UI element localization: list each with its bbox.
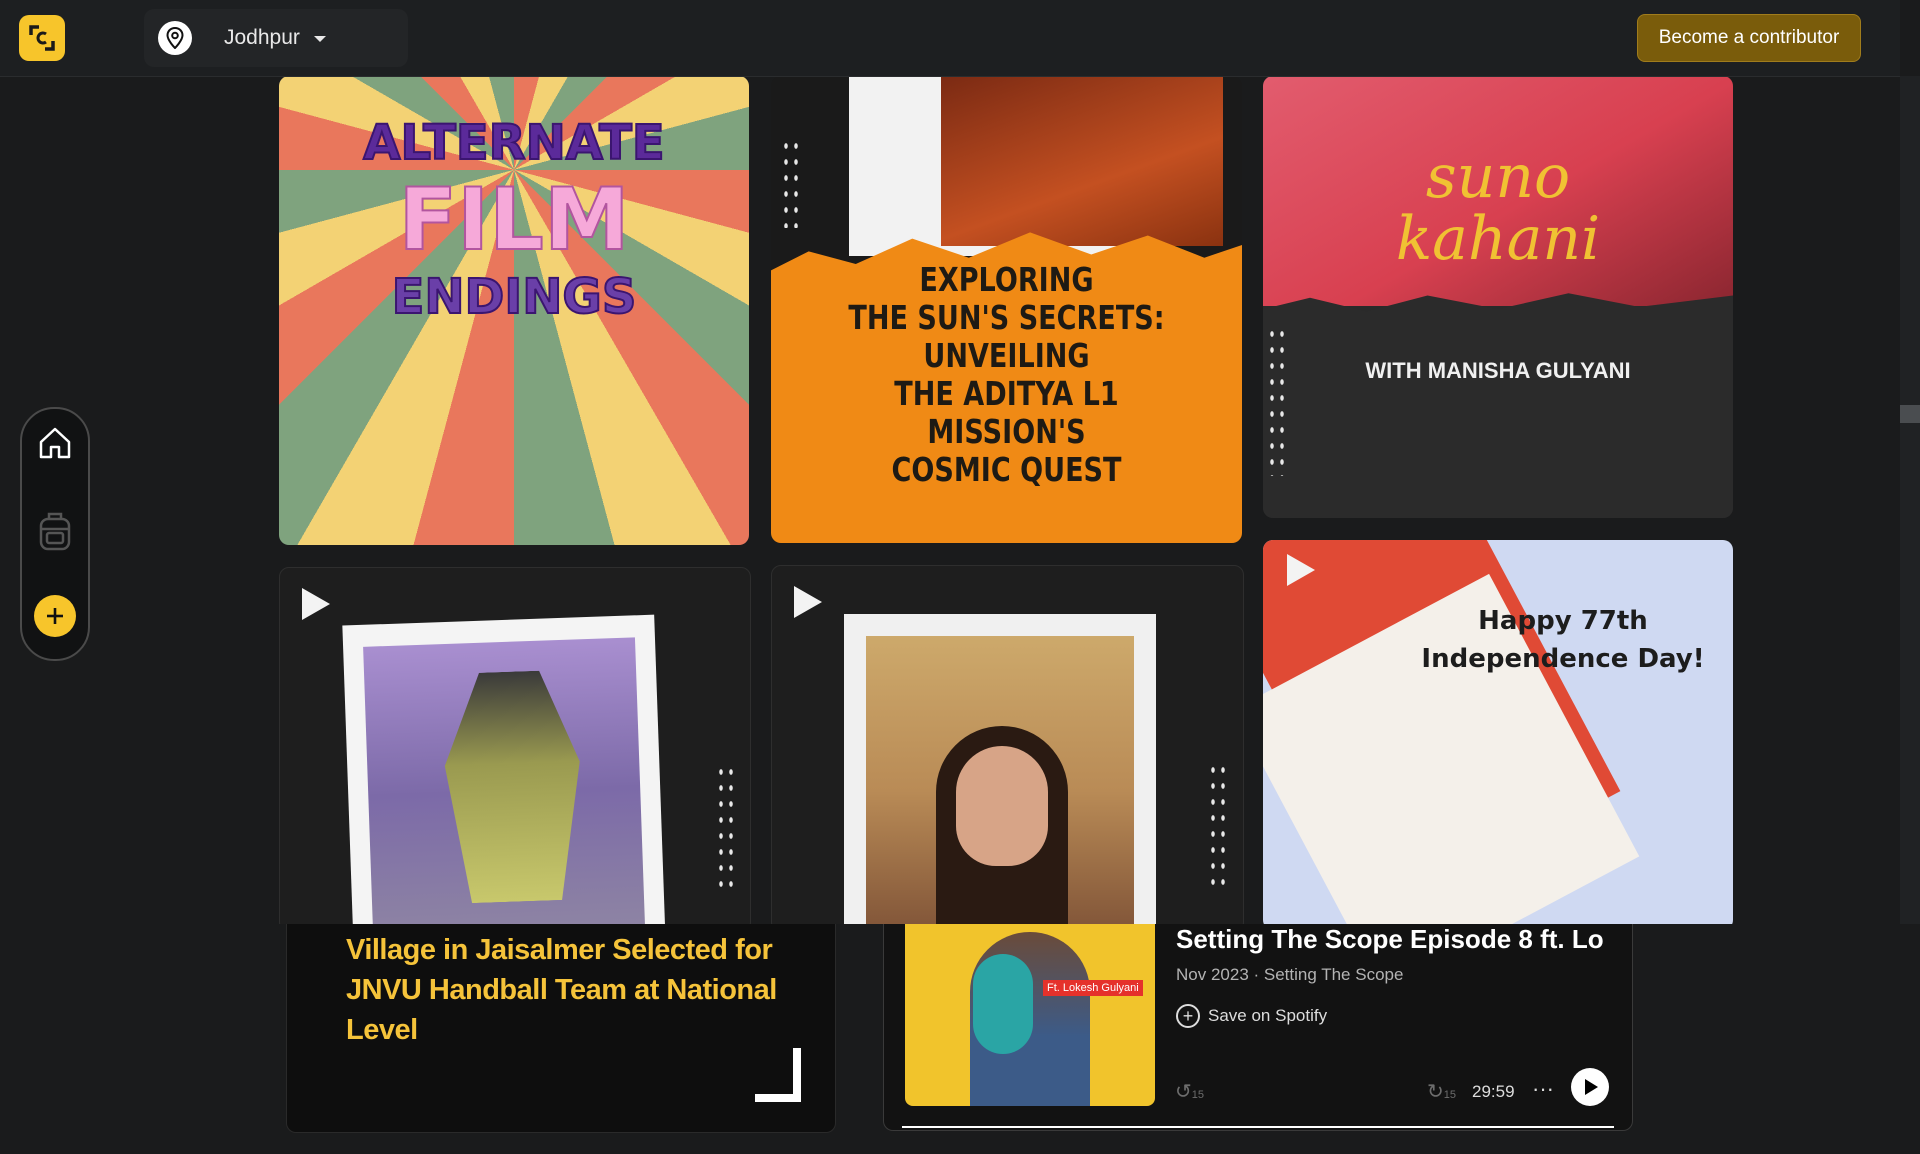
microphone-icon xyxy=(973,954,1033,1054)
card-independence-day[interactable]: Happy 77th Independence Day! xyxy=(1263,540,1733,924)
card-title-line: THE SUN'S SECRETS: xyxy=(848,298,1165,337)
news-card[interactable]: Village in Jaisalmer Selected for JNVU H… xyxy=(286,924,836,1133)
episode-duration: 29:59 xyxy=(1472,1082,1515,1101)
content-grid: ALTERNATE FILM ENDINGS EXPLORING THE SUN… xyxy=(0,76,1900,924)
location-name: Jodhpur xyxy=(224,26,300,49)
cover-guest-label: Ft. Lokesh Gulyani xyxy=(1043,980,1143,996)
card-title-line: suno xyxy=(1425,142,1571,212)
polaroid-frame xyxy=(844,614,1156,924)
card-subtitle: WITH MANISHA GULYANI xyxy=(1365,358,1631,383)
card-storyteller-video[interactable] xyxy=(771,565,1244,924)
lander-shape xyxy=(434,669,592,904)
lander-image xyxy=(363,637,646,924)
card-suno-kahani[interactable]: suno kahani WITH MANISHA GULYANI xyxy=(1263,76,1733,518)
rewind-15-icon[interactable]: ↺15 xyxy=(1175,1079,1204,1104)
play-icon xyxy=(1585,1079,1598,1095)
become-contributor-button[interactable]: Become a contributor xyxy=(1637,14,1861,62)
chevron-down-icon xyxy=(314,36,326,42)
storyteller-image xyxy=(866,636,1134,924)
decorative-dots xyxy=(781,138,801,228)
spotify-embed: Ft. Lokesh Gulyani Setting The Scope Epi… xyxy=(883,924,1633,1131)
storyteller-face xyxy=(956,746,1048,866)
episode-meta: Nov 2023 · Setting The Scope xyxy=(1176,965,1404,984)
card-title: suno kahani xyxy=(1263,146,1733,270)
card-title-line: THE ADITYA L1 MISSION'S xyxy=(894,374,1119,451)
brand-logo-icon[interactable] xyxy=(19,15,65,61)
satellite-image xyxy=(941,76,1223,246)
play-icon[interactable] xyxy=(794,586,822,618)
card-aditya-l1[interactable]: EXPLORING THE SUN'S SECRETS: UNVEILING T… xyxy=(771,76,1242,543)
decorative-dots xyxy=(1267,326,1287,476)
corner-bracket-icon xyxy=(755,1048,801,1102)
card-title-line: ENDINGS xyxy=(391,268,638,326)
card-title-line: Independence Day! xyxy=(1421,644,1705,674)
card-chandrayaan-video[interactable] xyxy=(279,567,751,924)
torn-paper-panel xyxy=(1263,293,1733,518)
scrollbar-thumb[interactable] xyxy=(1900,405,1920,423)
location-selector[interactable]: Jodhpur xyxy=(144,9,408,67)
progress-track[interactable] xyxy=(902,1126,1614,1128)
page-scrollbar[interactable] xyxy=(1900,76,1920,924)
play-icon[interactable] xyxy=(1287,554,1315,586)
forward-icon-glyph: ↻ xyxy=(1427,1081,1444,1103)
card-title-line: ALTERNATE xyxy=(362,114,665,171)
polaroid-frame xyxy=(342,614,666,924)
card-title-line: Happy 77th xyxy=(1478,606,1648,636)
card-title-line: kahani xyxy=(1395,204,1601,274)
save-label: Save on Spotify xyxy=(1208,1006,1328,1025)
rewind-seconds: 15 xyxy=(1191,1089,1205,1101)
rewind-icon-glyph: ↺ xyxy=(1175,1081,1192,1103)
map-pin-icon xyxy=(158,21,192,55)
card-title-line: COSMIC QUEST xyxy=(891,450,1122,489)
forward-seconds: 15 xyxy=(1443,1089,1457,1101)
episode-title[interactable]: Setting The Scope Episode 8 ft. Lo xyxy=(1176,924,1616,955)
decorative-dots xyxy=(716,764,736,894)
forward-15-icon[interactable]: ↻15 xyxy=(1427,1079,1456,1104)
more-options-icon[interactable]: ··· xyxy=(1532,1076,1554,1102)
polaroid-frame xyxy=(849,76,1223,256)
plus-circle-icon: + xyxy=(1176,1004,1200,1028)
save-on-spotify-button[interactable]: + Save on Spotify xyxy=(1176,1004,1327,1028)
card-title: Happy 77th Independence Day! xyxy=(1413,602,1713,678)
play-icon[interactable] xyxy=(302,588,330,620)
decorative-dots xyxy=(1208,762,1228,892)
play-button[interactable] xyxy=(1571,1068,1609,1106)
card-title: EXPLORING THE SUN'S SECRETS: UNVEILING T… xyxy=(813,261,1199,489)
card-title: ALTERNATE FILM ENDINGS xyxy=(279,114,749,326)
podcast-cover-art[interactable]: Ft. Lokesh Gulyani xyxy=(905,924,1155,1106)
card-alternate-film-endings[interactable]: ALTERNATE FILM ENDINGS xyxy=(279,76,749,545)
card-title-line: UNVEILING xyxy=(923,336,1090,375)
card-title-line: EXPLORING xyxy=(919,260,1094,299)
top-bar: Jodhpur Become a contributor xyxy=(0,0,1900,77)
news-headline[interactable]: Village in Jaisalmer Selected for JNVU H… xyxy=(346,930,806,1050)
card-title-line: FILM xyxy=(397,170,630,271)
